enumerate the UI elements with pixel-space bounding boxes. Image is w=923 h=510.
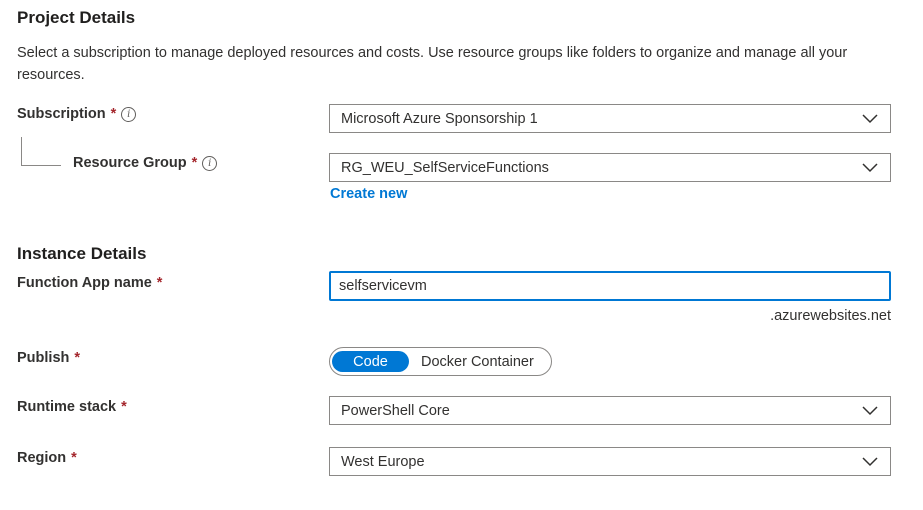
runtime-stack-label: Runtime stack *: [17, 399, 127, 415]
required-marker: *: [71, 450, 77, 466]
subscription-label: Subscription * i: [17, 106, 137, 122]
resource-group-label-text: Resource Group: [73, 155, 187, 171]
region-label: Region *: [17, 450, 77, 466]
function-app-name-input[interactable]: selfservicevm: [329, 271, 891, 301]
resource-group-dropdown[interactable]: RG_WEU_SelfServiceFunctions: [329, 153, 891, 182]
publish-option-docker-container[interactable]: Docker Container: [409, 351, 546, 372]
subscription-value: Microsoft Azure Sponsorship 1: [341, 110, 538, 127]
project-details-heading: Project Details: [17, 8, 136, 27]
required-marker: *: [121, 399, 127, 415]
publish-label-text: Publish: [17, 350, 70, 366]
runtime-stack-dropdown[interactable]: PowerShell Core: [329, 396, 891, 425]
tree-connector-horizontal: [21, 165, 61, 166]
info-icon[interactable]: i: [121, 106, 137, 122]
function-app-name-label: Function App name *: [17, 275, 162, 291]
runtime-stack-label-text: Runtime stack: [17, 399, 117, 415]
create-new-link[interactable]: Create new: [330, 186, 407, 202]
domain-suffix: .azurewebsites.net: [770, 308, 891, 324]
required-marker: *: [191, 155, 198, 171]
required-marker: *: [110, 106, 117, 122]
publish-label: Publish *: [17, 350, 80, 366]
instance-details-heading: Instance Details: [17, 244, 147, 263]
resource-group-value: RG_WEU_SelfServiceFunctions: [341, 159, 549, 176]
subscription-dropdown[interactable]: Microsoft Azure Sponsorship 1: [329, 104, 891, 133]
chevron-down-icon: [862, 162, 878, 172]
chevron-down-icon: [862, 405, 878, 415]
function-app-name-value: selfservicevm: [339, 278, 427, 294]
project-details-description: Select a subscription to manage deployed…: [17, 45, 848, 83]
runtime-stack-value: PowerShell Core: [341, 402, 450, 419]
info-icon[interactable]: i: [202, 155, 218, 171]
publish-toggle[interactable]: Code Docker Container: [329, 347, 552, 376]
chevron-down-icon: [862, 456, 878, 466]
tree-connector-vertical: [21, 137, 22, 165]
resource-group-label: Resource Group * i: [73, 155, 218, 171]
required-marker: *: [74, 350, 81, 366]
function-app-name-label-text: Function App name: [17, 275, 152, 291]
subscription-label-text: Subscription: [17, 106, 106, 122]
region-label-text: Region: [17, 450, 67, 466]
required-marker: *: [156, 275, 163, 291]
region-value: West Europe: [341, 453, 425, 470]
publish-option-code[interactable]: Code: [332, 351, 409, 372]
chevron-down-icon: [862, 113, 878, 123]
region-dropdown[interactable]: West Europe: [329, 447, 891, 476]
